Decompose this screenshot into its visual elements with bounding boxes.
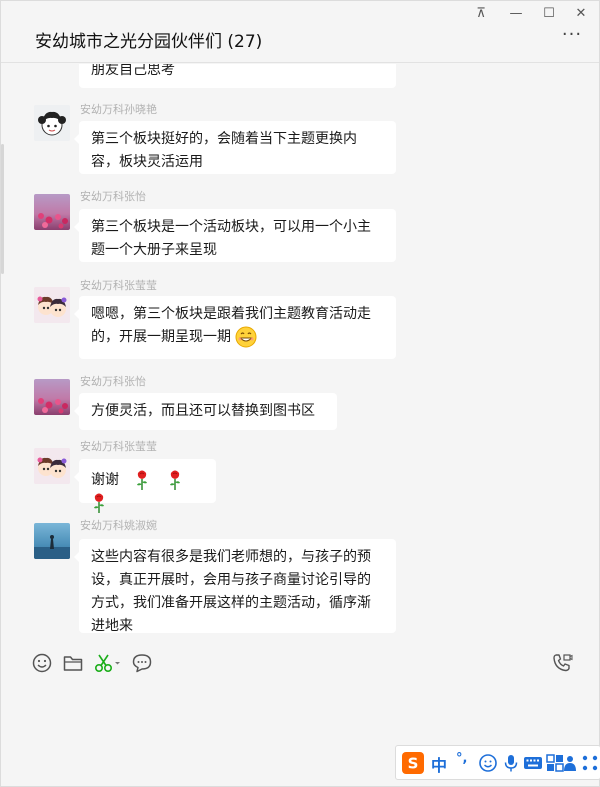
chat-title: 安幼城市之光分园伙伴们 (27) bbox=[35, 32, 263, 52]
message-bubble[interactable]: 这些内容有很多是我们老师想的，与孩子的预设，真正开展时，会用与孩子商量讨论引导的… bbox=[74, 539, 396, 634]
rose-emoji-icon bbox=[169, 470, 180, 490]
sea-photo-icon bbox=[34, 535, 70, 559]
ime-toolbar: S 中 °, bbox=[395, 745, 600, 780]
pin-button[interactable]: ⊼ bbox=[471, 5, 491, 23]
title-bar: 安幼城市之光分园伙伴们 (27) ⊼ — ☐ ✕ ··· bbox=[1, 1, 599, 63]
chat-window: 安幼城市之光分园伙伴们 (27) ⊼ — ☐ ✕ ··· 朋友自己思考 安幼万科… bbox=[0, 0, 600, 787]
message-text: 方便灵活，而且还可以替换到图书区 bbox=[91, 403, 315, 419]
avatar[interactable] bbox=[34, 194, 70, 230]
message-bubble[interactable]: 第三个板块挺好的，会随着当下主题更换内容，板块灵活运用 bbox=[74, 121, 396, 174]
message-bubble[interactable]: 朋友自己思考 bbox=[79, 64, 396, 88]
sender-name: 安幼万科张怡 bbox=[80, 190, 146, 203]
message-bubble[interactable]: 嗯嗯，第三个板块是跟着我们主题教育活动走的，开展一期呈现一期 bbox=[74, 296, 396, 359]
microphone-icon[interactable] bbox=[501, 753, 521, 773]
more-options-button[interactable]: ··· bbox=[561, 26, 583, 44]
close-button[interactable]: ✕ bbox=[571, 5, 591, 23]
minimize-button[interactable]: — bbox=[506, 5, 526, 23]
girl-cartoon-icon bbox=[34, 105, 70, 141]
screenshot-icon[interactable] bbox=[93, 652, 121, 674]
message-text: 谢谢 bbox=[91, 472, 119, 488]
sender-name: 安幼万科张莹莹 bbox=[80, 440, 157, 453]
message-text: 朋友自己思考 bbox=[91, 64, 175, 78]
avatar[interactable] bbox=[34, 287, 70, 323]
kids-cartoon-icon bbox=[34, 448, 70, 484]
keyboard-icon[interactable] bbox=[523, 753, 543, 773]
sender-name: 安幼万科姚淑婉 bbox=[80, 519, 157, 532]
avatar[interactable] bbox=[34, 379, 70, 415]
scrollbar-thumb[interactable] bbox=[1, 144, 4, 274]
input-toolbar bbox=[1, 638, 599, 686]
flowers-photo-icon bbox=[38, 398, 68, 414]
message-input[interactable] bbox=[1, 686, 599, 746]
kids-cartoon-icon bbox=[34, 287, 70, 323]
message-text: 这些内容有很多是我们老师想的，与孩子的预设，真正开展时，会用与孩子商量讨论引导的… bbox=[91, 549, 371, 634]
ime-mode-toggle[interactable]: 中 bbox=[431, 752, 451, 775]
avatar[interactable] bbox=[34, 523, 70, 559]
person-icon[interactable] bbox=[562, 753, 578, 773]
smile-emoji-icon bbox=[235, 326, 257, 348]
message-bubble[interactable]: 谢谢 bbox=[74, 459, 216, 513]
rose-emoji-icon bbox=[136, 470, 147, 490]
message-bubble[interactable]: 第三个板块是一个活动板块，可以用一个小主题一个大册子来呈现 bbox=[74, 209, 396, 262]
sender-name: 安幼万科孙晓艳 bbox=[80, 103, 157, 116]
message-bubble[interactable]: 方便灵活，而且还可以替换到图书区 bbox=[74, 393, 337, 430]
avatar[interactable] bbox=[34, 105, 70, 141]
avatar[interactable] bbox=[34, 448, 70, 484]
flowers-photo-icon bbox=[38, 213, 68, 229]
emoji-icon[interactable] bbox=[31, 652, 53, 674]
svg-text:S: S bbox=[408, 755, 419, 773]
folder-icon[interactable] bbox=[62, 652, 84, 674]
sender-name: 安幼万科张莹莹 bbox=[80, 279, 157, 292]
sogou-logo-icon[interactable]: S bbox=[402, 752, 424, 774]
apps-icon[interactable] bbox=[580, 753, 600, 773]
message-text: 第三个板块是一个活动板块，可以用一个小主题一个大册子来呈现 bbox=[91, 219, 371, 258]
message-list[interactable]: 朋友自己思考 安幼万科孙晓艳 第三个板块挺好的，会随着当下主题更换内容，板块灵活… bbox=[1, 64, 599, 637]
message-text: 嗯嗯，第三个板块是跟着我们主题教育活动走的，开展一期呈现一期 bbox=[91, 306, 371, 345]
chat-history-icon[interactable] bbox=[131, 652, 153, 674]
ime-punctuation-toggle[interactable]: °, bbox=[456, 751, 476, 771]
video-call-icon[interactable] bbox=[551, 652, 573, 674]
rose-emoji-icon bbox=[94, 493, 104, 513]
sender-name: 安幼万科张怡 bbox=[80, 375, 146, 388]
maximize-button[interactable]: ☐ bbox=[539, 5, 559, 23]
emoji-face-icon[interactable] bbox=[478, 753, 498, 773]
message-text: 第三个板块挺好的，会随着当下主题更换内容，板块灵活运用 bbox=[91, 131, 357, 170]
